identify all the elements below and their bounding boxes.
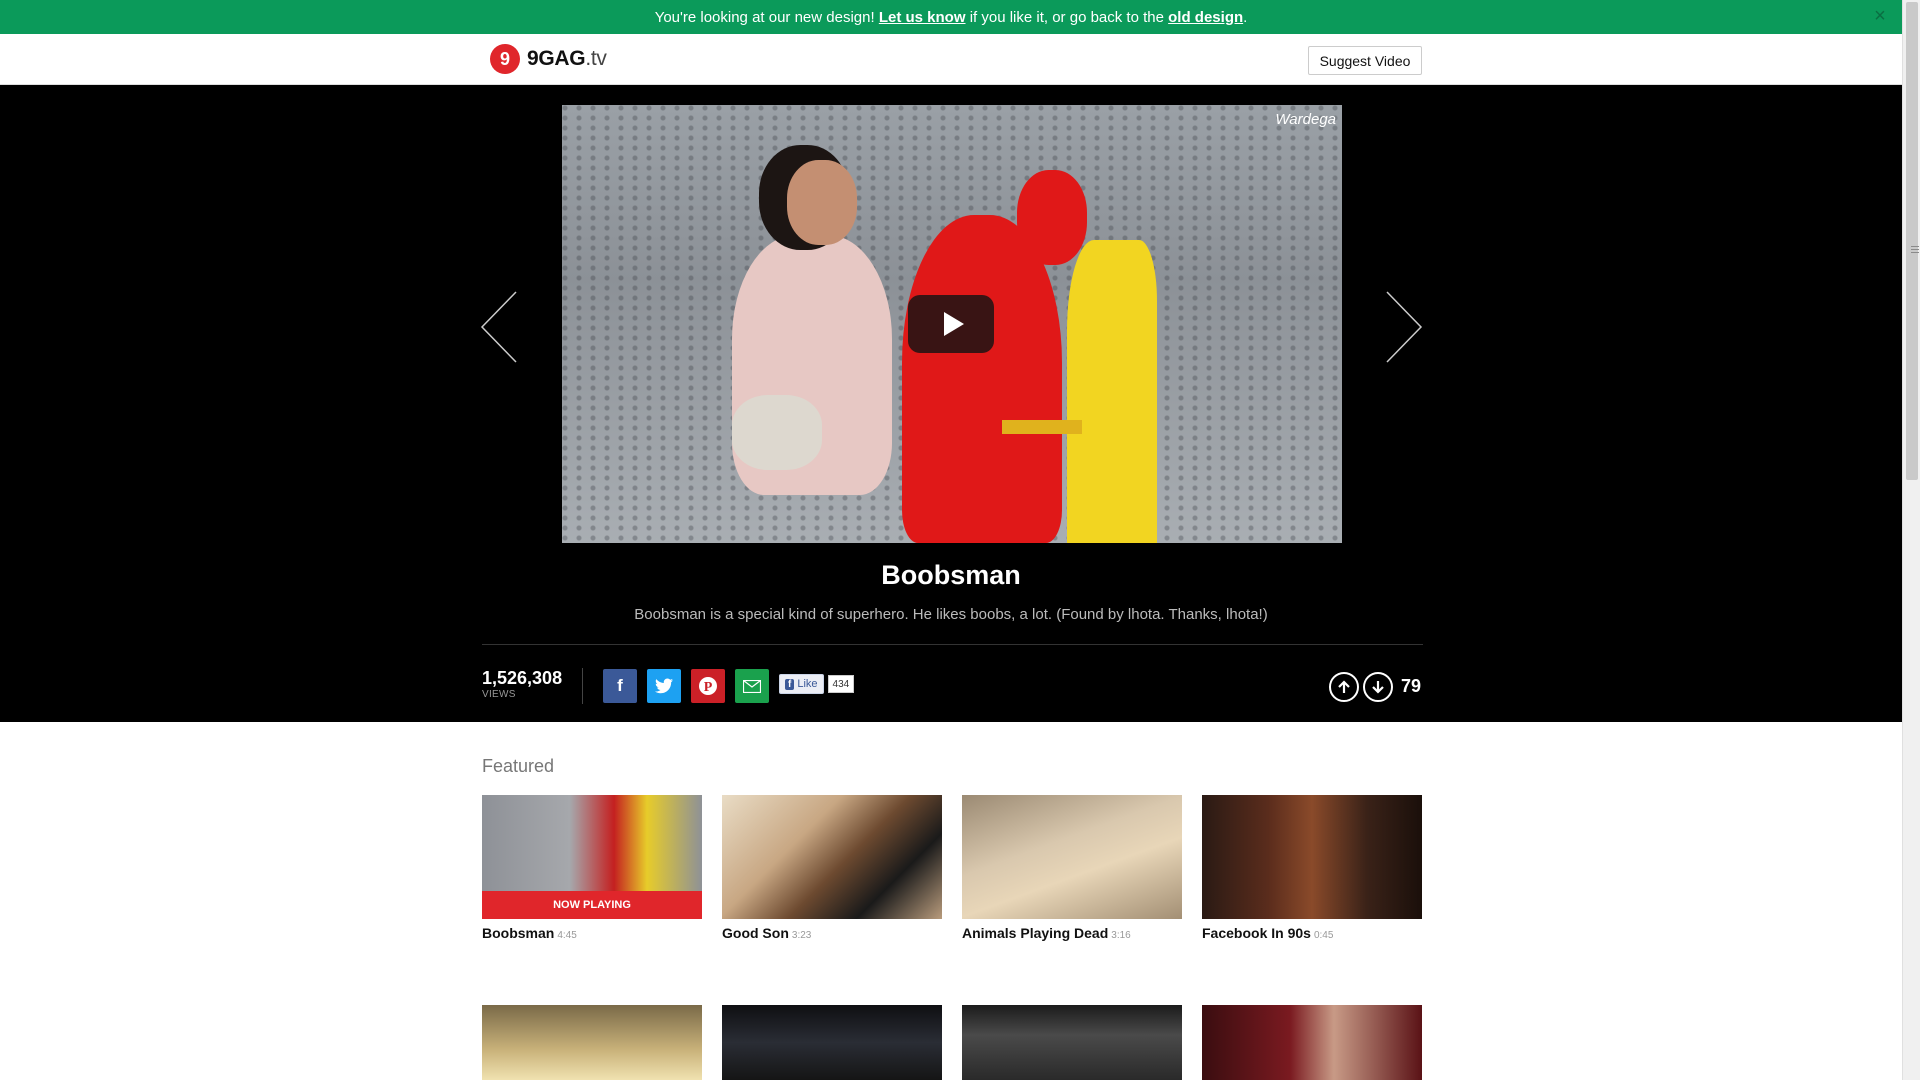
video-figure-woman-head (787, 160, 857, 245)
featured-item-duration: 3:23 (791, 930, 812, 941)
featured-item-title: Boobsman (482, 925, 555, 941)
let-us-know-link[interactable]: Let us know (879, 9, 966, 26)
chevron-right-icon (1386, 291, 1423, 363)
featured-item-title: Good Son (722, 925, 789, 941)
video-watermark: Wardega (1275, 111, 1336, 128)
arrow-down-icon (1372, 681, 1384, 694)
logo-text: 9GAG.tv (527, 47, 607, 71)
view-count-number: 1,526,308 (482, 668, 563, 688)
close-icon[interactable]: × (1870, 6, 1890, 26)
chevron-left-icon (480, 291, 517, 363)
facebook-like-icon: f (785, 678, 795, 690)
twitter-share-button[interactable] (647, 669, 681, 703)
next-video-arrow[interactable] (1383, 290, 1423, 364)
featured-item-title: Animals Playing Dead (962, 925, 1109, 941)
video-figure-hero (902, 215, 1062, 543)
thumbnail-image (482, 1005, 702, 1080)
facebook-like-label: Like (797, 678, 818, 690)
featured-caption-1[interactable]: Boobsman 4:45 (482, 925, 577, 941)
featured-thumb-5[interactable] (482, 1005, 702, 1080)
arrow-up-icon (1338, 680, 1350, 693)
video-figure-bag (732, 395, 822, 470)
featured-caption-2[interactable]: Good Son 3:23 (722, 925, 811, 941)
grip-icon (1911, 246, 1919, 255)
video-stage: Wardega Boobsman Boobsman is a special k… (0, 85, 1902, 722)
featured-caption-4[interactable]: Facebook In 90s 0:45 (1202, 925, 1333, 941)
vote-score: 79 (1401, 676, 1422, 696)
scrollbar-thumb[interactable] (1906, 2, 1919, 480)
banner-text-start: You're looking at our new design! (654, 8, 875, 26)
thumbnail-image (1202, 795, 1422, 919)
featured-heading: Featured (482, 756, 555, 776)
pinterest-icon: P (699, 677, 717, 695)
pinterest-share-button[interactable]: P (691, 669, 725, 703)
thumbnail-image (722, 1005, 942, 1080)
logo-icon: 9 (490, 44, 520, 74)
video-figure-cape (1067, 240, 1157, 543)
stats-separator (582, 668, 583, 704)
featured-thumb-7[interactable] (962, 1005, 1182, 1080)
featured-item-duration: 0:45 (1313, 930, 1334, 941)
video-description: Boobsman is a special kind of superhero.… (634, 606, 1268, 623)
featured-thumb-6[interactable] (722, 1005, 942, 1080)
video-figure-hero-head (1017, 170, 1087, 265)
page: You're looking at our new design! Let us… (0, 0, 1902, 1080)
site-header: 9 9GAG.tv Suggest Video (0, 34, 1902, 85)
play-icon (943, 312, 964, 336)
suggest-video-button[interactable]: Suggest Video (1308, 46, 1422, 75)
thumbnail-image (962, 1005, 1182, 1080)
facebook-icon: f (617, 676, 623, 695)
svg-text:P: P (704, 680, 713, 695)
page-scrollbar[interactable] (1902, 0, 1920, 1080)
featured-thumb-8[interactable] (1202, 1005, 1422, 1080)
banner-text-end: . (1243, 8, 1248, 26)
banner-text-middle: if you like it, or go back to the (969, 8, 1164, 26)
now-playing-badge: NOW PLAYING (482, 891, 702, 919)
featured-caption-3[interactable]: Animals Playing Dead 3:16 (962, 925, 1131, 941)
email-share-button[interactable] (735, 669, 769, 703)
play-button[interactable] (908, 295, 994, 353)
facebook-like-widget[interactable]: f Like 434 (779, 674, 855, 694)
featured-thumb-1[interactable]: NOW PLAYING (482, 795, 702, 919)
facebook-like-button[interactable]: f Like (779, 674, 824, 694)
logo-name: 9GAG (527, 47, 586, 70)
video-stats-bar: 1,526,308 VIEWS f P f Like 434 79 (482, 660, 1423, 710)
featured-item-duration: 3:16 (1111, 930, 1131, 941)
video-figure-belt (1002, 420, 1082, 434)
divider (482, 644, 1423, 645)
featured-item-duration: 4:45 (557, 930, 577, 941)
thumbnail-image (962, 795, 1182, 919)
facebook-like-count: 434 (827, 675, 855, 693)
old-design-link[interactable]: old design (1168, 9, 1243, 26)
email-icon (743, 679, 761, 693)
logo[interactable]: 9 9GAG.tv (490, 44, 607, 74)
new-design-banner: You're looking at our new design! Let us… (0, 0, 1902, 34)
video-title: Boobsman (881, 560, 1021, 590)
featured-thumb-3[interactable] (962, 795, 1182, 919)
featured-item-title: Facebook In 90s (1202, 925, 1311, 941)
featured-thumb-4[interactable] (1202, 795, 1422, 919)
view-count-label: VIEWS (482, 689, 516, 700)
thumbnail-image (722, 795, 942, 919)
downvote-button[interactable] (1363, 672, 1393, 702)
upvote-button[interactable] (1329, 672, 1359, 702)
logo-tld: .tv (585, 47, 607, 70)
thumbnail-image (1202, 1005, 1422, 1080)
twitter-icon (655, 678, 673, 694)
video-player[interactable]: Wardega (562, 105, 1342, 543)
facebook-share-button[interactable]: f (603, 669, 637, 703)
previous-video-arrow[interactable] (480, 290, 520, 364)
featured-thumb-2[interactable] (722, 795, 942, 919)
view-count: 1,526,308 VIEWS (482, 668, 562, 700)
